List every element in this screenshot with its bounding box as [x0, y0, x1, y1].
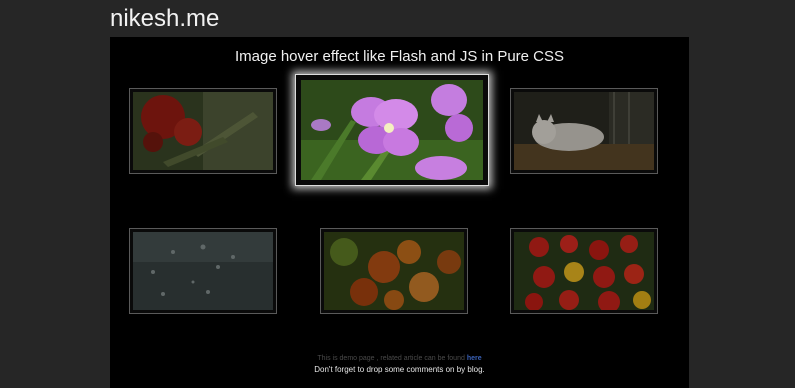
red-flower-image [133, 92, 273, 170]
page-heading: Image hover effect like Flash and JS in … [234, 48, 565, 65]
gallery-image-4[interactable] [129, 228, 277, 314]
comment-note: Don't forget to drop some comments on by… [314, 365, 485, 374]
site-title[interactable]: nikesh.me [110, 4, 219, 34]
gallery-image-5[interactable] [320, 228, 468, 314]
orchid-image [301, 80, 483, 180]
cat-image [514, 92, 654, 170]
demo-note-text: This is demo page , related article can … [317, 355, 465, 362]
gallery-image-2-hovered[interactable] [295, 74, 489, 186]
berries-image [514, 232, 654, 310]
orange-flowers-image [324, 232, 464, 310]
demo-stage: Image hover effect like Flash and JS in … [110, 37, 689, 388]
gallery-image-1[interactable] [129, 88, 277, 174]
article-link[interactable]: here [467, 355, 482, 362]
gallery-image-3[interactable] [510, 88, 658, 174]
water-droplets-image [133, 232, 273, 310]
demo-note: This is demo page , related article can … [110, 355, 689, 362]
gallery-image-6[interactable] [510, 228, 658, 314]
